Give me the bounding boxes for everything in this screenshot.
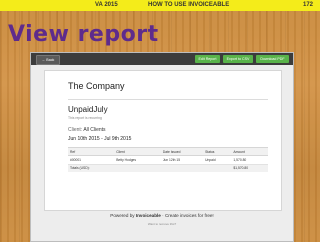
client-value: All Clients [83, 127, 106, 133]
course-label: VA 2015 [95, 2, 118, 8]
column-header: Amount [233, 149, 245, 154]
slide-title: View report [8, 22, 159, 47]
column-header: Status [205, 149, 215, 154]
divider [68, 99, 268, 100]
invoice-ref[interactable]: #00001 [68, 156, 114, 164]
page-number: 172 [302, 2, 313, 8]
invoice-client: Betty Hodges [116, 158, 137, 163]
report-toolbar: ← Back Edit Report Export to CSV Downloa… [31, 53, 293, 65]
table-row[interactable]: #00001 Betty Hodges Jun 12th 15 Unpaid 1… [68, 156, 268, 165]
topic-label: HOW TO USE INVOICEABLE [148, 2, 230, 8]
client-label: Client: [68, 127, 83, 133]
column-header: Ref [70, 149, 76, 154]
report-name: UnpaidJuly [68, 105, 108, 114]
totals-label: Totals (USD): [70, 166, 90, 171]
table-header-row: Ref Client Date Issued Status Amount [68, 147, 268, 156]
invoice-status: Unpaid [205, 158, 216, 163]
report-recurring-note: This report is recurring [68, 116, 102, 120]
slide-header-bar: VA 2015 HOW TO USE INVOICEABLE 172 [0, 0, 320, 11]
invoice-amount: 1,570.80 [233, 158, 247, 163]
remove-branding-link[interactable]: Want to remove this? [31, 222, 293, 226]
column-header: Date Issued [162, 149, 181, 154]
totals-row: Totals (USD): $1,570.80 [68, 164, 268, 173]
totals-value: $1,570.80 [233, 166, 249, 171]
brand-link[interactable]: Invoiceable [136, 213, 161, 218]
edit-report-button[interactable]: Edit Report [195, 55, 220, 63]
company-name: The Company [68, 81, 125, 91]
report-document: The Company UnpaidJuly This report is re… [44, 70, 282, 211]
invoice-date: Jun 12th 15 [162, 158, 181, 163]
export-csv-button[interactable]: Export to CSV [223, 55, 253, 63]
powered-by: Powered by Invoiceable · Create invoices… [31, 213, 293, 218]
download-pdf-button[interactable]: Download PDF [256, 55, 289, 63]
client-filter: Client: All Clients [68, 127, 106, 133]
app-screenshot: ← Back Edit Report Export to CSV Downloa… [30, 52, 294, 242]
report-table: Ref Client Date Issued Status Amount #00… [68, 147, 268, 173]
date-range: Jun 10th 2015 - Jul 9th 2015 [68, 136, 132, 142]
powered-prefix: Powered by [110, 213, 135, 218]
back-button[interactable]: ← Back [36, 55, 60, 65]
powered-suffix: · Create invoices for free! [162, 213, 214, 218]
column-header: Client [116, 149, 125, 154]
